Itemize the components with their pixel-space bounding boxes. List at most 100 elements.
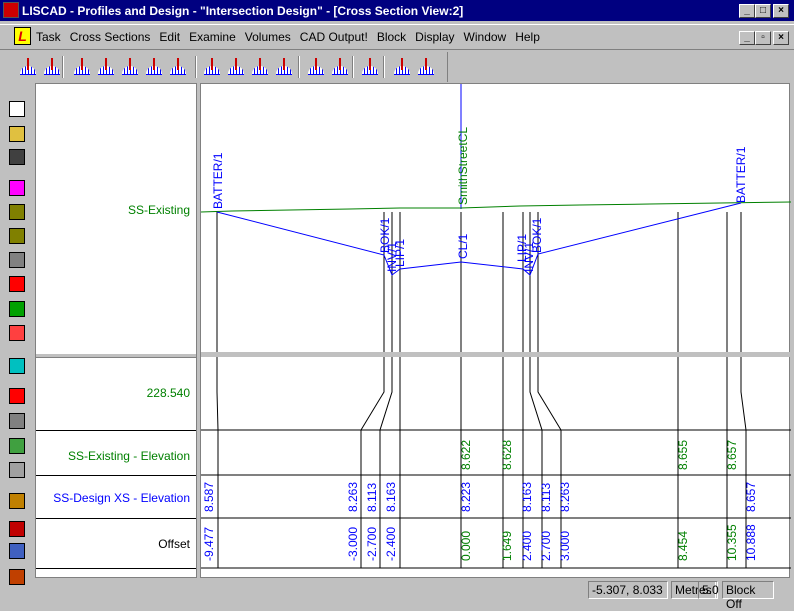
design-elevation-value: 8.587	[202, 482, 216, 512]
cross-section-drawing: BATTER/1BOK/1INV/1LIP/1SmithStreetCLCL/1…	[201, 84, 791, 569]
app-icon[interactable]	[3, 2, 19, 18]
menu-edit[interactable]: Edit	[159, 30, 180, 44]
toolbar	[0, 52, 448, 82]
design-elevation-value: 8.163	[520, 482, 534, 512]
delete-range-icon[interactable]	[250, 57, 270, 77]
offset-value: -2.700	[365, 527, 379, 561]
existing-surface-label: SS-Existing	[127, 203, 190, 217]
feature-label: BOK/1	[530, 217, 544, 253]
calculator-icon[interactable]	[9, 358, 25, 374]
level-icon[interactable]	[392, 57, 412, 77]
minimize-button[interactable]: _	[739, 4, 755, 18]
menu-cross-sections[interactable]: Cross Sections	[70, 30, 151, 44]
design-elevation-value: 8.657	[744, 482, 758, 512]
feature-label: CL/1	[456, 233, 470, 259]
offset-value: 0.000	[459, 531, 473, 561]
feature-label: SmithStreetCL	[456, 127, 470, 205]
existing-elevation-value: 8.657	[725, 440, 739, 470]
pan-icon[interactable]	[9, 180, 25, 196]
datum-label: 228.540	[146, 386, 190, 400]
zoom-extents-icon[interactable]	[330, 57, 350, 77]
menu-bar: Task Cross Sections Edit Examine Volumes CAD …	[0, 24, 794, 50]
design-elevation-value: 8.113	[539, 483, 553, 512]
surface-icon[interactable]	[360, 57, 380, 77]
open-template-icon[interactable]	[18, 57, 38, 77]
report-icon[interactable]	[274, 57, 294, 77]
tools-icon[interactable]	[9, 493, 25, 509]
move-point-icon[interactable]	[144, 57, 164, 77]
liscad-logo-icon[interactable]: L	[14, 27, 31, 45]
menu-examine[interactable]: Examine	[189, 30, 236, 44]
warning-icon[interactable]	[9, 388, 25, 404]
pencil-icon[interactable]	[9, 301, 25, 317]
lower-point-icon[interactable]	[120, 57, 140, 77]
offset-value: 8.454	[676, 531, 690, 561]
offset-value: 2.400	[520, 531, 534, 561]
design-surface-line	[216, 202, 742, 276]
design-elevation-value: 8.263	[346, 482, 360, 512]
existing-elevation-value: 8.655	[676, 440, 690, 470]
feature-label: BATTER/1	[734, 146, 748, 203]
insert-point-icon[interactable]	[72, 57, 92, 77]
offset-value: 3.000	[558, 531, 572, 561]
block-icon[interactable]	[9, 413, 25, 429]
scale-indicator: 5.0	[698, 581, 719, 599]
close-button[interactable]: ×	[773, 4, 789, 18]
disabled-icon[interactable]	[9, 462, 25, 478]
existing-surface-line	[201, 201, 791, 213]
zoom-window-icon[interactable]	[306, 57, 326, 77]
offset-value: -2.400	[384, 527, 398, 561]
coordinate-readout: -5.307, 8.033	[588, 581, 668, 599]
panel-splitter[interactable]	[36, 353, 196, 358]
child-minimize-button[interactable]: _	[739, 31, 755, 45]
left-toolbar	[0, 83, 33, 595]
menu-task[interactable]: Task	[36, 30, 61, 44]
window-title: LISCAD - Profiles and Design - "Intersec…	[22, 3, 464, 18]
existing-elevation-label: SS-Existing - Elevation	[67, 449, 190, 463]
delete-offset-icon[interactable]	[226, 57, 246, 77]
menu-block[interactable]: Block	[377, 30, 406, 44]
design-elevation-value: 8.223	[459, 482, 473, 512]
design-elevation-value: 8.163	[384, 482, 398, 512]
offset-value: 10.355	[725, 524, 739, 561]
status-bar: -5.307, 8.033 Metres 5.0 Block Off	[0, 579, 794, 611]
offset-value: 10.888	[744, 524, 758, 561]
people-icon[interactable]	[9, 521, 25, 537]
design-elevation-value: 8.263	[558, 482, 572, 512]
feature-line	[216, 357, 219, 568]
copy-icon[interactable]	[9, 325, 25, 341]
hatch-icon[interactable]	[9, 438, 25, 454]
offset-value: 2.700	[539, 531, 553, 561]
label-panel: SS-Existing 228.540 SS-Existing - Elevat…	[35, 83, 197, 578]
raise-point-icon[interactable]	[96, 57, 116, 77]
maximize-button[interactable]: □	[755, 4, 771, 18]
profile-report-icon[interactable]	[416, 57, 436, 77]
offset-value: -9.477	[202, 527, 216, 561]
menu-help[interactable]: Help	[515, 30, 540, 44]
design-elevation-value: 8.113	[365, 483, 379, 512]
zoom-out-icon[interactable]	[9, 228, 25, 244]
feature-label: BATTER/1	[211, 152, 225, 209]
child-close-button[interactable]: ×	[773, 31, 789, 45]
cross-section-view[interactable]: BATTER/1 BOK/1 INV/1 LIP/1 SmithStreetCL CL/1…	[200, 83, 791, 578]
offset-value: -3.000	[346, 527, 360, 561]
design-elevation-label: SS-Design XS - Elevation	[53, 491, 190, 505]
delete-point-icon[interactable]	[168, 57, 188, 77]
existing-elevation-value: 8.622	[459, 440, 473, 470]
child-restore-button[interactable]: ▫	[755, 31, 771, 45]
menu-window[interactable]: Window	[464, 30, 507, 44]
save-icon[interactable]	[9, 149, 25, 165]
open-icon[interactable]	[9, 126, 25, 142]
zoom-in-icon[interactable]	[9, 204, 25, 220]
new-icon[interactable]	[9, 101, 25, 117]
select-template-icon[interactable]	[42, 57, 62, 77]
layers-icon[interactable]	[9, 276, 25, 292]
table-icon[interactable]	[9, 543, 25, 559]
menu-display[interactable]: Display	[415, 30, 454, 44]
window-icon[interactable]	[9, 252, 25, 268]
menu-volumes[interactable]: Volumes	[245, 30, 291, 44]
edit-feature-icon[interactable]	[202, 57, 222, 77]
feature-label: LIP/1	[393, 239, 407, 267]
menu-cad-output[interactable]: CAD Output!	[300, 30, 368, 44]
offset-value: 1.649	[500, 531, 514, 561]
